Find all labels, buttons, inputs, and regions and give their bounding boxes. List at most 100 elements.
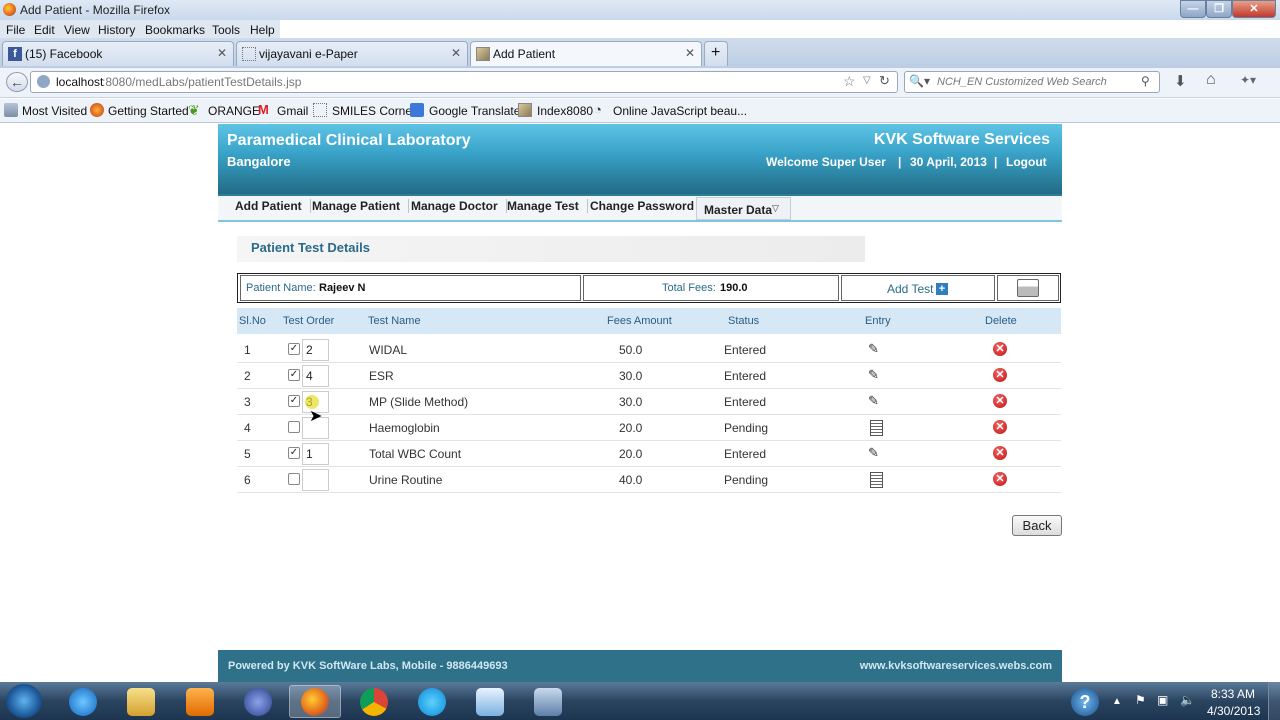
delete-icon[interactable]: ✕ (993, 472, 1007, 486)
pencil-edit-icon[interactable]: ✎ (868, 393, 882, 408)
test-checkbox[interactable]: ✓ (288, 447, 300, 459)
add-test-link[interactable]: Add Test (887, 282, 933, 296)
maximize-button[interactable]: ❐ (1206, 0, 1232, 18)
menu-help[interactable]: Help (250, 23, 275, 37)
close-window-button[interactable]: ✕ (1232, 0, 1276, 18)
bookmark-star-icon[interactable]: ☆ (843, 73, 856, 90)
bookmark-smiles-corner[interactable]: SMILES Corner (332, 104, 416, 118)
menu-file[interactable]: File (6, 23, 25, 37)
internet-explorer-icon[interactable] (69, 688, 97, 716)
bookmark-gmail[interactable]: Gmail (277, 104, 308, 118)
application-icon[interactable] (476, 688, 504, 716)
add-icon[interactable]: + (936, 283, 948, 295)
bookmark-google-translate[interactable]: Google Translate (429, 104, 520, 118)
logout-link[interactable]: Logout (1006, 155, 1047, 169)
delete-icon[interactable]: ✕ (993, 420, 1007, 434)
back-button[interactable]: Back (1012, 515, 1062, 536)
delete-icon[interactable]: ✕ (993, 342, 1007, 356)
col-status: Status (728, 315, 760, 327)
bookmark-online-javascript[interactable]: Online JavaScript beau... (613, 104, 747, 118)
close-tab-icon[interactable]: ✕ (217, 46, 227, 60)
bookmark-index8080[interactable]: Index8080 (537, 104, 593, 118)
welcome-text: Welcome Super User (766, 155, 886, 169)
document-entry-icon[interactable] (870, 472, 883, 488)
home-icon[interactable]: ⌂ (1206, 71, 1216, 89)
reload-icon[interactable]: ↻ (879, 73, 890, 89)
addon-icon[interactable]: ✦▾ (1240, 73, 1256, 87)
start-button[interactable] (6, 684, 42, 718)
tab-facebook[interactable]: f (15) Facebook ✕ (2, 41, 234, 66)
test-checkbox[interactable]: ✓ (288, 343, 300, 355)
test-checkbox[interactable]: ✓ (288, 395, 300, 407)
chevron-down-icon: ▽ (772, 203, 779, 213)
minimize-button[interactable]: — (1180, 0, 1206, 18)
skype-icon[interactable] (418, 688, 446, 716)
address-bar[interactable]: localhost :8080/medLabs/patientTestDetai… (30, 71, 898, 93)
volume-icon[interactable]: 🔈 (1180, 693, 1195, 707)
show-desktop-button[interactable] (1268, 682, 1280, 720)
eclipse-icon[interactable] (244, 688, 272, 716)
bookmark-most-visited[interactable]: Most Visited (22, 104, 87, 118)
printer-icon[interactable] (1017, 279, 1039, 297)
menu-bookmarks[interactable]: Bookmarks (145, 23, 205, 37)
outlook-icon[interactable] (186, 688, 214, 716)
test-order-input[interactable] (302, 469, 329, 491)
test-order-input[interactable]: 4 (302, 365, 329, 387)
test-order-input[interactable]: 1 (302, 443, 329, 465)
test-checkbox[interactable] (288, 421, 300, 433)
footer-site[interactable]: www.kvksoftwareservices.webs.com (860, 660, 1052, 672)
test-checkbox[interactable] (288, 473, 300, 485)
search-bar[interactable]: 🔍▾ NCH_EN Customized Web Search ⚲ (904, 71, 1160, 93)
test-checkbox[interactable]: ✓ (288, 369, 300, 381)
delete-icon[interactable]: ✕ (993, 394, 1007, 408)
menu-tools[interactable]: Tools (212, 23, 240, 37)
tab-vijayavani[interactable]: vijayavani e-Paper ✕ (236, 41, 468, 66)
nav-change-password[interactable]: Change Password (590, 199, 704, 213)
menu-history[interactable]: History (98, 23, 135, 37)
media-icon[interactable] (534, 688, 562, 716)
bookmark-orange[interactable]: ORANGE (208, 104, 260, 118)
menu-view[interactable]: View (64, 23, 90, 37)
network-icon[interactable]: ▣ (1157, 693, 1168, 707)
download-icon[interactable]: ⬇ (1174, 72, 1187, 90)
new-tab-button[interactable]: + (704, 41, 728, 66)
tab-add-patient[interactable]: Add Patient ✕ (470, 41, 702, 66)
pencil-edit-icon[interactable]: ✎ (868, 341, 882, 356)
chrome-icon[interactable] (360, 688, 388, 716)
back-arrow-icon[interactable]: ← (6, 72, 28, 92)
total-fees-label: Total Fees: (662, 282, 716, 294)
row-sl-no: 2 (244, 369, 251, 383)
search-icon[interactable]: ⚲ (1141, 74, 1150, 88)
tray-expand-icon[interactable]: ▲ (1112, 696, 1122, 707)
search-engine-icon[interactable]: 🔍▾ (909, 74, 930, 88)
delete-icon[interactable]: ✕ (993, 446, 1007, 460)
table-row: 4 Haemoglobin 20.0 Pending ✕ (237, 415, 1061, 441)
close-tab-icon[interactable]: ✕ (451, 46, 461, 60)
help-icon[interactable]: ? (1071, 688, 1099, 716)
pencil-edit-icon[interactable]: ✎ (868, 445, 882, 460)
nav-add-patient[interactable]: Add Patient (235, 199, 311, 213)
row-fees: 40.0 (619, 473, 643, 487)
pencil-edit-icon[interactable]: ✎ (868, 367, 882, 382)
firefox-icon (301, 688, 329, 716)
explorer-folder-icon[interactable] (127, 688, 155, 716)
bookmark-getting-started[interactable]: Getting Started (108, 104, 189, 118)
dropdown-icon[interactable]: ▽ (863, 75, 871, 86)
clock-icon: ◔ (594, 102, 602, 117)
row-sl-no: 3 (244, 395, 251, 409)
document-entry-icon[interactable] (870, 420, 883, 436)
row-sl-no: 1 (244, 343, 251, 357)
nav-manage-patient[interactable]: Manage Patient (312, 199, 410, 213)
search-input[interactable]: NCH_EN Customized Web Search (937, 76, 1107, 88)
test-order-input[interactable]: 2 (302, 339, 329, 361)
tab-label: vijayavani e-Paper (259, 47, 358, 61)
firefox-icon (90, 103, 104, 117)
row-status: Pending (724, 473, 769, 487)
nav-master-data[interactable]: Master Data ▽ (696, 197, 791, 220)
nav-manage-test[interactable]: Manage Test (507, 199, 588, 213)
delete-icon[interactable]: ✕ (993, 368, 1007, 382)
nav-manage-doctor[interactable]: Manage Doctor (411, 199, 507, 213)
menu-edit[interactable]: Edit (34, 23, 55, 37)
close-tab-icon[interactable]: ✕ (685, 46, 695, 60)
flag-icon[interactable]: ⚑ (1135, 693, 1146, 707)
